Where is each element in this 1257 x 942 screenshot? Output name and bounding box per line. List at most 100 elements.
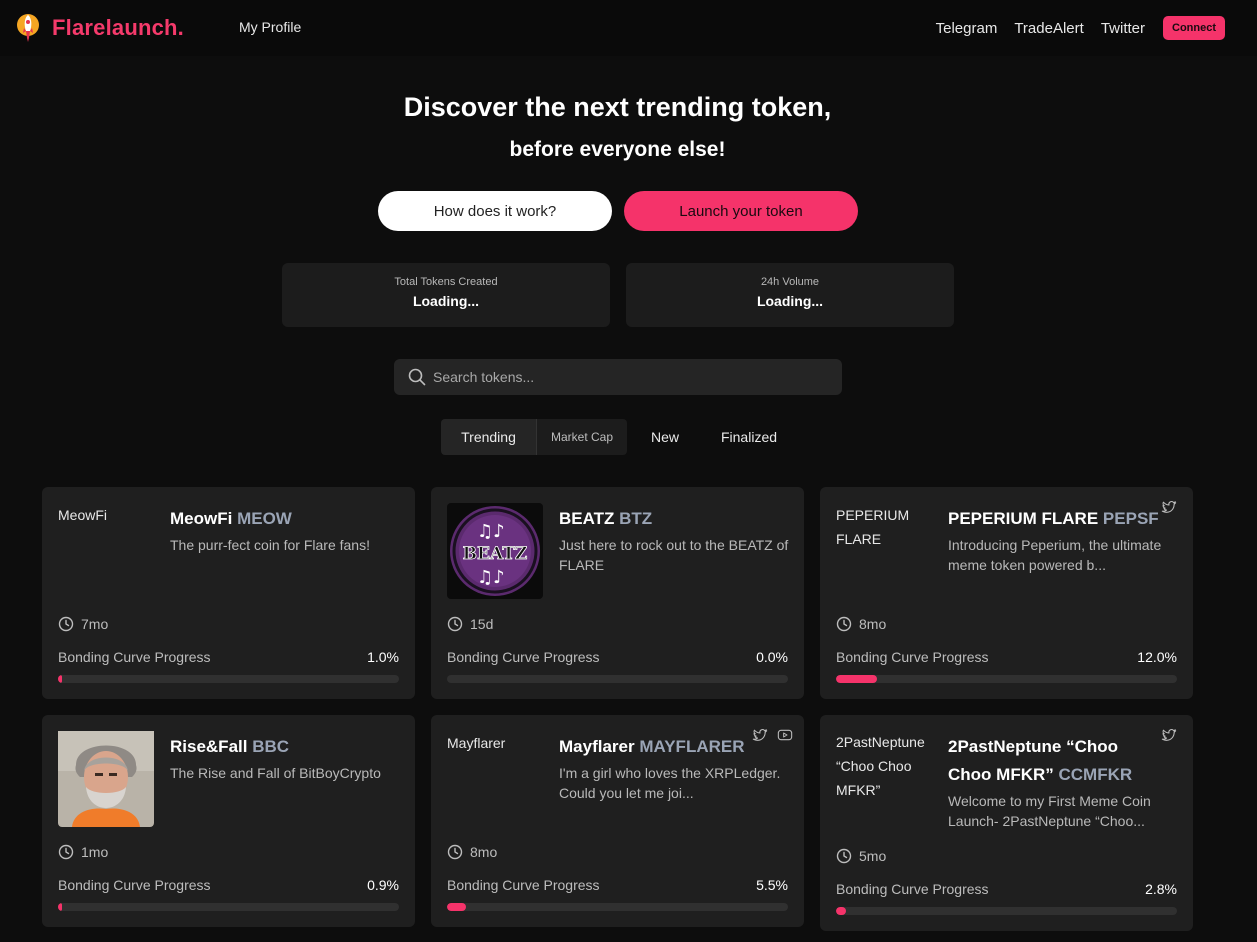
token-age-text: 1mo: [81, 844, 109, 860]
token-name-line: MeowFi MEOW: [170, 505, 292, 533]
nav-tradealert[interactable]: TradeAlert: [1014, 20, 1083, 37]
bonding-curve-bar: [836, 675, 1177, 683]
token-age-text: 5mo: [859, 848, 887, 864]
bonding-curve-bar: [447, 903, 788, 911]
bonding-curve-value: 0.0%: [756, 649, 788, 665]
clock-icon: [58, 616, 74, 632]
svg-text:♫♪: ♫♪: [477, 567, 505, 588]
search-icon: [408, 368, 426, 386]
token-age: 15d: [447, 616, 493, 632]
nav-telegram[interactable]: Telegram: [936, 20, 998, 37]
token-ticker: PEPSF: [1102, 509, 1159, 528]
bonding-curve-fill: [447, 903, 466, 911]
broken-image-alt: 2PastNeptune “Choo Choo MFKR”: [836, 734, 925, 798]
brand-name: Flarelaunch.: [52, 15, 184, 40]
broken-image-alt: MeowFi: [58, 507, 108, 523]
beatz-logo-text: BEATZ: [463, 544, 528, 564]
mugshot-image: [58, 731, 154, 827]
token-age: 5mo: [836, 848, 886, 864]
social-links: [1152, 499, 1177, 515]
token-description: Introducing Peperium, the ultimate meme …: [948, 537, 1162, 573]
token-description: The purr-fect coin for Flare fans!: [170, 537, 370, 553]
token-name: MeowFi: [170, 509, 233, 528]
bonding-curve-label: Bonding Curve Progress: [58, 649, 211, 665]
bonding-curve-value: 5.5%: [756, 877, 788, 893]
bonding-curve-bar: [58, 903, 399, 911]
token-name-line: Mayflarer MAYFLARER: [559, 733, 745, 761]
bonding-curve-label: Bonding Curve Progress: [447, 649, 600, 665]
rocket-logo-icon: [17, 14, 39, 42]
connect-button[interactable]: Connect: [1163, 16, 1225, 40]
bonding-curve-label: Bonding Curve Progress: [447, 877, 600, 893]
token-image: MeowFi: [58, 503, 154, 599]
bonding-curve-value: 0.9%: [367, 877, 399, 893]
token-name-line: PEPERIUM FLARE PEPSF: [948, 505, 1159, 533]
tab-trending[interactable]: Trending: [441, 419, 536, 455]
token-image: Mayflarer: [447, 731, 543, 827]
token-ticker: MAYFLARER: [639, 737, 745, 756]
bonding-curve-label: Bonding Curve Progress: [836, 649, 989, 665]
bonding-curve-value: 12.0%: [1137, 649, 1177, 665]
bonding-curve-fill: [58, 675, 62, 683]
token-description: Welcome to my First Meme Coin Launch- 2P…: [948, 793, 1151, 829]
token-ticker: MEOW: [237, 509, 292, 528]
token-name: Mayflarer: [559, 737, 635, 756]
search-input[interactable]: [433, 369, 813, 385]
hero-title: Discover the next trending token,: [403, 92, 832, 122]
nav-twitter[interactable]: Twitter: [1101, 20, 1145, 37]
bonding-curve-fill: [58, 903, 62, 911]
token-age-text: 7mo: [81, 616, 109, 632]
clock-icon: [447, 616, 463, 632]
bonding-curve-label: Bonding Curve Progress: [58, 877, 211, 893]
token-name: Rise&Fall: [170, 737, 248, 756]
token-ticker: BBC: [252, 737, 290, 756]
social-links: [1152, 727, 1177, 743]
beatz-logo-image: ♫♪ ♫♪ BEATZ: [447, 503, 543, 599]
token-image: ♫♪ ♫♪ BEATZ: [447, 503, 543, 599]
nav-my-profile[interactable]: My Profile: [239, 19, 301, 35]
top-navbar: Flarelaunch. My Profile Telegram TradeAl…: [0, 0, 1257, 56]
broken-image-alt: PEPERIUM FLARE: [836, 507, 910, 547]
clock-icon: [836, 616, 852, 632]
token-age-text: 15d: [470, 616, 494, 632]
token-card-risefall[interactable]: Rise&Fall BBC The Rise and Fall of BitBo…: [42, 715, 415, 927]
sort-tabs: Trending Market Cap New Finalized: [441, 419, 795, 455]
token-name-line: Rise&Fall BBC: [170, 733, 289, 761]
stat-24h-volume: 24h Volume Loading...: [626, 263, 954, 327]
stat-value: Loading...: [412, 293, 480, 309]
twitter-icon[interactable]: [1161, 499, 1177, 515]
twitter-icon[interactable]: [1161, 727, 1177, 743]
token-description: Just here to rock out to the BEATZ of FL…: [559, 537, 789, 573]
search-box[interactable]: [394, 359, 842, 395]
how-it-works-button[interactable]: How does it work?: [378, 191, 612, 231]
bonding-curve-label: Bonding Curve Progress: [836, 881, 989, 897]
token-card-2pastneptune[interactable]: 2PastNeptune “Choo Choo MFKR” 2PastNeptu…: [820, 715, 1193, 931]
stat-total-tokens: Total Tokens Created Loading...: [282, 263, 610, 327]
token-card-beatz[interactable]: ♫♪ ♫♪ BEATZ BEATZ BTZ Just here to rock …: [431, 487, 804, 699]
tab-new[interactable]: New: [627, 419, 703, 455]
token-age: 8mo: [836, 616, 886, 632]
broken-image-alt: Mayflarer: [447, 735, 506, 751]
bonding-curve-value: 2.8%: [1145, 881, 1177, 897]
token-ticker: CCMFKR: [1058, 765, 1133, 784]
stat-value: Loading...: [756, 293, 824, 309]
tab-market-cap[interactable]: Market Cap: [536, 419, 627, 455]
clock-icon: [58, 844, 74, 860]
token-card-peperium[interactable]: PEPERIUM FLARE PEPERIUM FLARE PEPSF Intr…: [820, 487, 1193, 699]
token-image: 2PastNeptune “Choo Choo MFKR”: [836, 730, 932, 826]
token-ticker: BTZ: [619, 509, 653, 528]
token-name: PEPERIUM FLARE: [948, 509, 1099, 528]
launch-token-button[interactable]: Launch your token: [624, 191, 858, 231]
token-description: The Rise and Fall of BitBoyCrypto: [170, 765, 381, 781]
stat-label: 24h Volume: [760, 276, 820, 288]
bonding-curve-bar: [58, 675, 399, 683]
token-card-mayflarer[interactable]: Mayflarer Mayflarer MAYFLARER I'm a girl…: [431, 715, 804, 927]
brand-logo[interactable]: Flarelaunch.: [16, 12, 184, 44]
bonding-curve-bar: [836, 907, 1177, 915]
tab-finalized[interactable]: Finalized: [703, 419, 795, 455]
token-card-meowfi[interactable]: MeowFi MeowFi MEOW The purr-fect coin fo…: [42, 487, 415, 699]
twitter-icon[interactable]: [752, 727, 768, 743]
youtube-icon[interactable]: [777, 727, 793, 743]
token-image: PEPERIUM FLARE: [836, 503, 932, 599]
stat-label: Total Tokens Created: [394, 276, 498, 288]
